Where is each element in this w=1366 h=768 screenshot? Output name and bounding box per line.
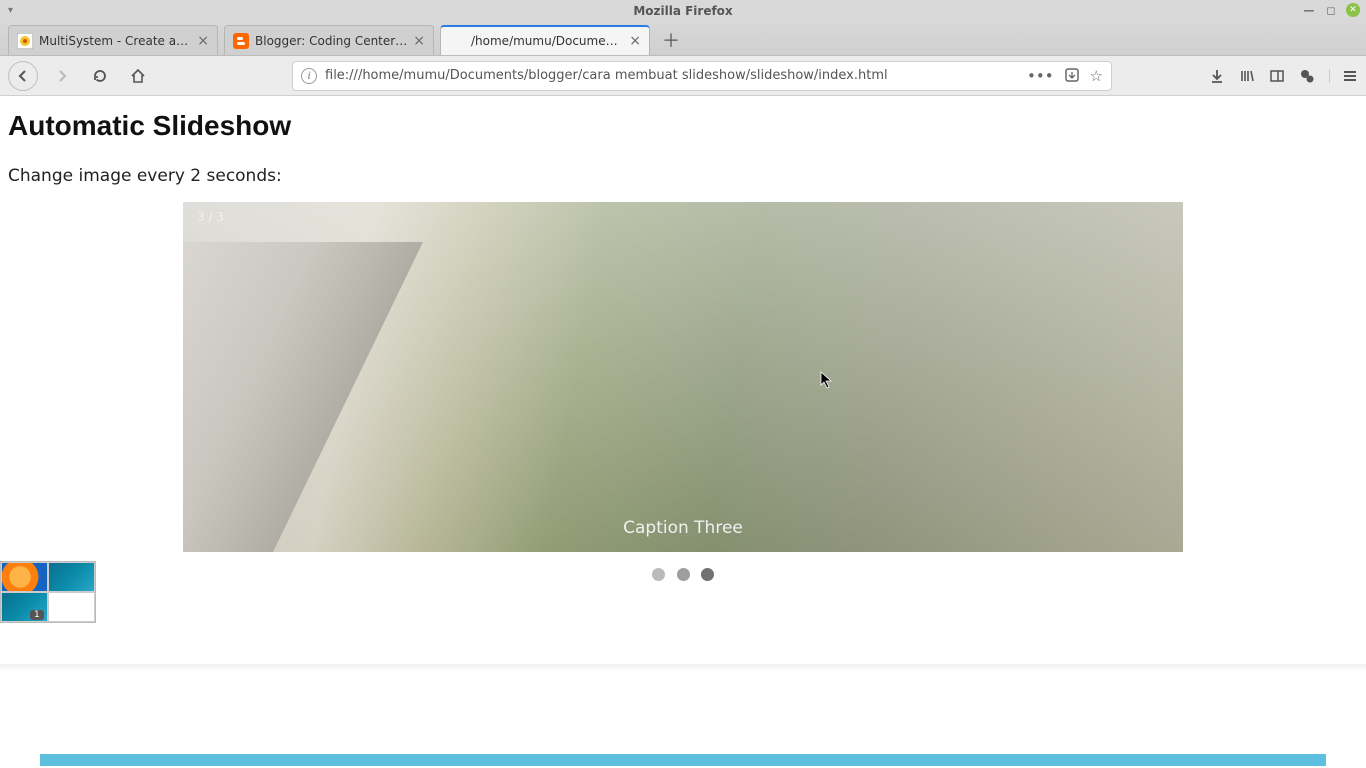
slide-number-text: 3 / 3 [197,210,224,224]
window-title: Mozilla Firefox [633,4,732,18]
home-icon [130,68,146,84]
arrow-right-icon [55,69,69,83]
slide-dots [183,566,1183,585]
footer-accent-bar [40,754,1326,766]
window-minimize-icon[interactable]: — [1302,3,1316,17]
app-menu-icon[interactable] [1329,69,1358,83]
reader-mode-icon[interactable] [1064,67,1080,85]
tab-close-icon[interactable]: × [197,33,209,49]
slideshow-container: 3 / 3 Caption Three [183,202,1183,585]
extension-icon[interactable] [1299,68,1315,84]
slide-dot-3[interactable] [701,568,714,581]
reload-icon [92,68,108,84]
new-tab-button[interactable]: ＋ [656,25,686,55]
divider-shadow [0,664,1366,672]
url-text: file:///home/mumu/Documents/blogger/cara… [325,68,1019,83]
window-titlebar: ▾ Mozilla Firefox — ◻ ✕ [0,0,1366,22]
mouse-cursor-icon [820,371,834,389]
sidebar-icon[interactable] [1269,68,1285,84]
thumb-badge: 1 [30,610,44,620]
back-button[interactable] [8,61,38,91]
tab-strip: MultiSystem - Create a MultiB × Blogger:… [0,22,1366,56]
thumb-empty[interactable] [48,592,95,622]
url-bar[interactable]: i file:///home/mumu/Documents/blogger/ca… [292,61,1112,91]
home-button[interactable] [124,62,152,90]
library-icon[interactable] [1239,68,1255,84]
slide-dot-1[interactable] [652,568,665,581]
task-switcher-thumbs[interactable]: 1 [0,561,96,623]
arrow-left-icon [16,69,30,83]
page-viewport: Automatic Slideshow Change image every 2… [0,96,1366,768]
page-subtext: Change image every 2 seconds: [8,166,1358,186]
bookmark-star-icon[interactable]: ☆ [1090,67,1103,85]
window-close-icon[interactable]: ✕ [1346,3,1360,17]
slide-dot-2[interactable] [677,568,690,581]
page-heading: Automatic Slideshow [8,110,1358,142]
thumb-desktop-2[interactable]: 1 [1,592,48,622]
tab-multisystem[interactable]: MultiSystem - Create a MultiB × [8,25,218,55]
tab-label: /home/mumu/Documents/blogge [471,34,623,48]
window-maximize-icon[interactable]: ◻ [1324,3,1338,17]
tab-local-file[interactable]: /home/mumu/Documents/blogge × [440,25,650,55]
app-menu-dropdown-icon[interactable]: ▾ [8,5,13,16]
reload-button[interactable] [86,62,114,90]
page-footer-area [0,658,1366,768]
page-actions-icon[interactable]: ••• [1027,67,1054,85]
forward-button[interactable] [48,62,76,90]
tab-label: Blogger: Coding Center - Sem [255,34,407,48]
thumb-firefox[interactable] [1,562,48,592]
tab-blogger[interactable]: Blogger: Coding Center - Sem × [224,25,434,55]
tab-close-icon[interactable]: × [413,33,425,49]
slide-image [183,202,1183,552]
slide-caption: Caption Three [183,518,1183,538]
tab-close-icon[interactable]: × [629,33,641,49]
site-info-icon[interactable]: i [301,68,317,84]
favicon-multisystem-icon [17,33,33,49]
thumb-desktop-1[interactable] [48,562,95,592]
favicon-blogger-icon [233,33,249,49]
favicon-file-icon [449,33,465,49]
downloads-icon[interactable] [1209,68,1225,84]
tab-label: MultiSystem - Create a MultiB [39,34,191,48]
nav-toolbar: i file:///home/mumu/Documents/blogger/ca… [0,56,1366,96]
slide: 3 / 3 Caption Three [183,202,1183,552]
